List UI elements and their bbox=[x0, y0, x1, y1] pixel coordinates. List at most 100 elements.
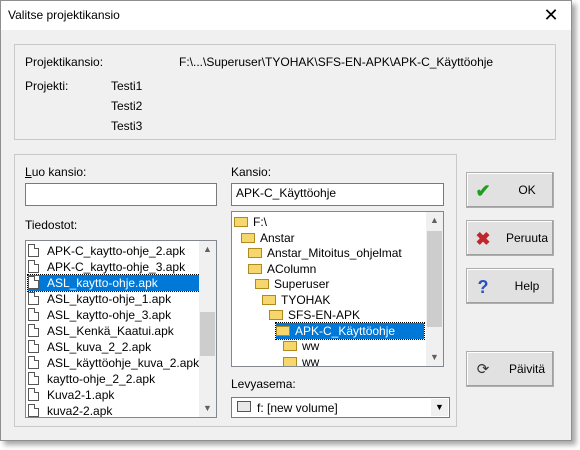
file-name: APK-C_kaytto-ohje_2.apk bbox=[47, 244, 186, 258]
project-line: Testi2 bbox=[111, 99, 143, 113]
file-icon bbox=[28, 276, 39, 289]
file-list-item[interactable]: kaytto-ohje_2_2.apk bbox=[28, 371, 200, 387]
ok-button[interactable]: ✔ OK bbox=[466, 172, 554, 208]
folder-tree-item[interactable]: TYOHAK bbox=[262, 292, 330, 308]
drive-value: f: [new volume] bbox=[257, 401, 338, 415]
file-list-item[interactable]: ASL_Kenkä_Kaatui.apk bbox=[28, 323, 200, 339]
folder-name: ww bbox=[302, 339, 320, 353]
window-title: Valitse projektikansio bbox=[8, 8, 120, 22]
file-list-item[interactable]: ASL_kaytto-ohje_1.apk bbox=[28, 291, 200, 307]
checkmark-icon: ✔ bbox=[475, 181, 491, 201]
folder-name: ww bbox=[302, 354, 320, 367]
browse-group: Luo kansio: Tiedostot: kuva2-2.apk Kuva2-… bbox=[14, 154, 457, 427]
folder-name: AColumn bbox=[267, 261, 317, 276]
create-folder-input[interactable] bbox=[25, 183, 217, 206]
file-list-item[interactable]: kuva2-2.apk bbox=[28, 403, 200, 418]
project-line: Testi1 bbox=[111, 79, 143, 93]
files-listbox[interactable]: kuva2-2.apk Kuva2-1.apk kaytto-ohje_2_2.ap… bbox=[25, 240, 217, 418]
folder-icon bbox=[234, 217, 248, 227]
file-icon bbox=[28, 244, 39, 257]
folder-tree-item[interactable]: AColumn bbox=[248, 261, 316, 277]
folder-tree-item[interactable]: ww bbox=[283, 354, 320, 367]
folder-icon bbox=[283, 356, 297, 366]
folder-tree-item[interactable]: Superuser bbox=[255, 276, 329, 292]
scroll-down-icon[interactable]: ▼ bbox=[199, 400, 216, 417]
folder-tree-item[interactable]: ww bbox=[283, 338, 319, 354]
file-icon bbox=[28, 388, 39, 401]
ok-button-label: OK bbox=[518, 183, 536, 197]
file-name: Kuva2-1.apk bbox=[47, 388, 115, 402]
dialog-window: Valitse projektikansio ✕ Projektikansio:… bbox=[0, 0, 572, 441]
drive-icon bbox=[237, 401, 251, 412]
files-scrollbar[interactable]: ▲ ▼ bbox=[199, 241, 216, 417]
files-scroll-thumb[interactable] bbox=[200, 311, 215, 356]
folder-name: APK-C_Käyttöohje bbox=[295, 323, 396, 338]
refresh-icon: ⟳ bbox=[476, 361, 490, 378]
file-name: ASL_kaytto-ohje_3.apk bbox=[47, 308, 172, 322]
file-icon bbox=[28, 308, 39, 321]
folder-scroll-thumb[interactable] bbox=[427, 231, 442, 328]
file-icon bbox=[28, 340, 39, 353]
folder-icon bbox=[248, 248, 262, 258]
project-folder-value: F:\...\Superuser\TYOHAK\SFS-EN-APK\APK-C… bbox=[179, 55, 494, 69]
refresh-button[interactable]: ⟳ Päivitä bbox=[466, 351, 554, 387]
file-name: APK-C_kaytto-ohje_3.apk bbox=[47, 260, 186, 274]
folder-icon bbox=[276, 325, 290, 336]
folder-tree-item[interactable]: Anstar bbox=[241, 230, 295, 246]
file-icon bbox=[28, 356, 39, 369]
folder-icon bbox=[269, 310, 283, 320]
folder-tree[interactable]: ww ww APK-C_Käyttöohje SFS-EN-APK TYOHAK Supe… bbox=[231, 211, 444, 367]
project-folder-label: Projektikansio: bbox=[25, 55, 104, 69]
title-bar[interactable]: Valitse projektikansio ✕ bbox=[1, 1, 571, 30]
file-icon bbox=[28, 324, 39, 337]
folder-tree-item[interactable]: APK-C_Käyttöohje bbox=[275, 321, 425, 340]
file-list-item[interactable]: APK-C_kaytto-ohje_3.apk bbox=[28, 259, 200, 275]
folder-label: Kansio: bbox=[231, 165, 272, 179]
folder-tree-item[interactable]: Anstar_Mitoitus_ohjelmat bbox=[248, 245, 402, 261]
x-icon: ✖ bbox=[475, 229, 491, 249]
folder-name: Anstar_Mitoitus_ohjelmat bbox=[267, 246, 402, 260]
file-name: ASL_kuva_2_2.apk bbox=[47, 340, 152, 354]
folder-icon bbox=[262, 294, 276, 305]
file-list-item[interactable]: ASL_kaytto-ohje.apk bbox=[27, 274, 201, 292]
file-icon bbox=[28, 372, 39, 385]
folder-icon bbox=[241, 232, 255, 243]
folder-scrollbar[interactable]: ▲ ▼ bbox=[426, 212, 443, 366]
drive-select[interactable]: f: [new volume] ▼ bbox=[231, 397, 450, 418]
help-button-label: Help bbox=[514, 279, 540, 293]
close-icon[interactable]: ✕ bbox=[539, 4, 563, 26]
file-name: kuva2-2.apk bbox=[47, 404, 113, 418]
file-list-item[interactable]: Kuva2-1.apk bbox=[28, 387, 200, 403]
files-label: Tiedostot: bbox=[25, 218, 78, 232]
folder-icon bbox=[248, 263, 262, 274]
folder-name: F:\ bbox=[253, 215, 267, 229]
file-icon bbox=[28, 260, 39, 273]
scroll-up-icon[interactable]: ▲ bbox=[199, 241, 216, 258]
folder-tree-item[interactable]: SFS-EN-APK bbox=[269, 307, 360, 323]
file-list-item[interactable]: ASL_kaytto-ohje_3.apk bbox=[28, 307, 200, 323]
folder-icon bbox=[255, 279, 269, 289]
folder-name: TYOHAK bbox=[281, 292, 331, 307]
chevron-down-icon[interactable]: ▼ bbox=[431, 399, 448, 416]
file-name: kaytto-ohje_2_2.apk bbox=[47, 372, 156, 386]
folder-input[interactable]: APK-C_Käyttöohje bbox=[231, 183, 444, 206]
project-info-group: Projektikansio: F:\...\Superuser\TYOHAK\… bbox=[14, 44, 556, 140]
help-button[interactable]: ? Help bbox=[466, 268, 554, 304]
cancel-button-label: Peruuta bbox=[505, 231, 549, 245]
file-list-item[interactable]: ASL_käyttöohje_kuva_2.apk bbox=[28, 355, 200, 371]
file-name: ASL_käyttöohje_kuva_2.apk bbox=[47, 356, 200, 370]
scroll-down-icon[interactable]: ▼ bbox=[426, 349, 443, 366]
folder-name: Superuser bbox=[274, 277, 330, 291]
file-name: ASL_Kenkä_Kaatui.apk bbox=[47, 324, 174, 338]
refresh-button-label: Päivitä bbox=[508, 362, 546, 376]
project-line: Testi3 bbox=[111, 119, 143, 133]
file-icon bbox=[28, 404, 39, 417]
cancel-button[interactable]: ✖ Peruuta bbox=[466, 220, 554, 256]
file-list-item[interactable]: APK-C_kaytto-ohje_2.apk bbox=[28, 243, 200, 259]
file-name: ASL_kaytto-ohje_1.apk bbox=[47, 292, 172, 306]
folder-tree-item[interactable]: F:\ bbox=[234, 214, 267, 230]
file-icon bbox=[28, 292, 39, 305]
file-list-item[interactable]: ASL_kuva_2_2.apk bbox=[28, 339, 200, 355]
scroll-up-icon[interactable]: ▲ bbox=[426, 212, 443, 229]
folder-name: Anstar bbox=[260, 230, 295, 245]
